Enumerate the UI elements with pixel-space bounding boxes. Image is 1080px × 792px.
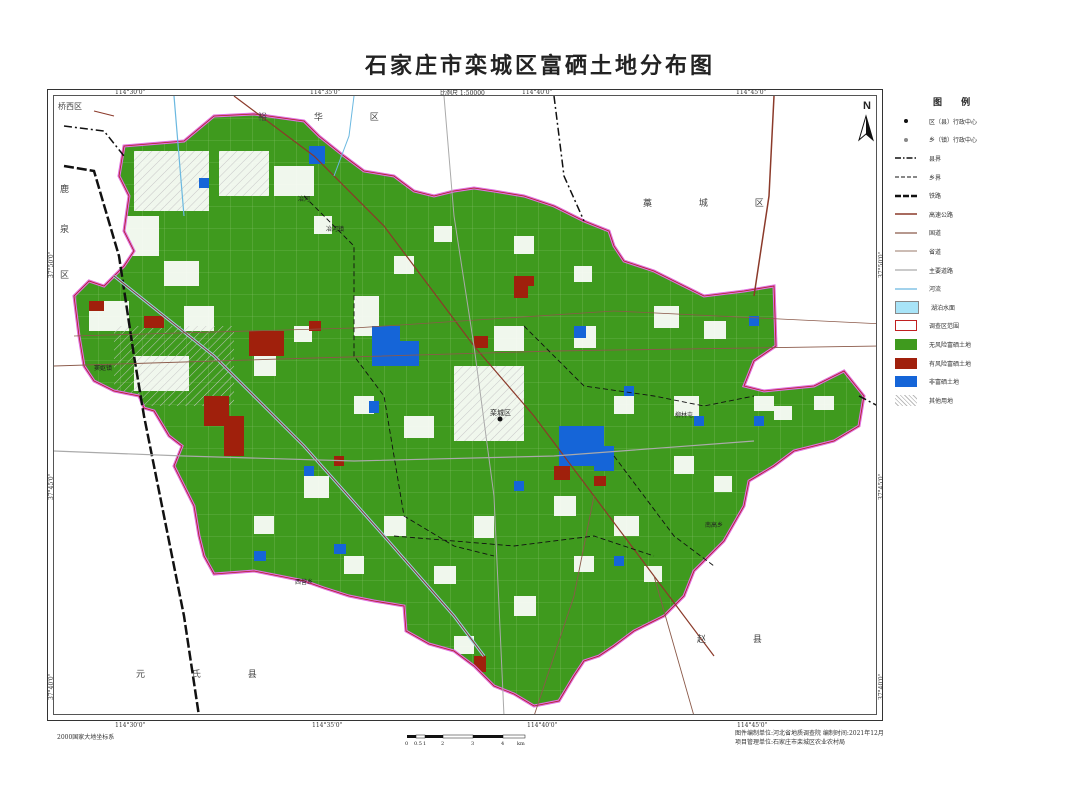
label-doukou: 窦妪镇 — [94, 365, 113, 372]
coord-bottom-2: 114°35'0" — [312, 722, 343, 729]
neighbor-yuanshi: 元 氏 县 — [136, 670, 279, 680]
legend-item-town-center: 乡（镇）行政中心 — [895, 131, 1075, 150]
legend-item-lake: 湖泊水面 — [895, 298, 1075, 317]
neighbor-luquan-1: 鹿 — [60, 185, 70, 195]
main-road-icon — [895, 265, 917, 276]
legend: 图 例 区（县）行政中心 乡（镇）行政中心 县界 乡界 铁路 高速公路 国道 省… — [895, 95, 1075, 410]
non-selenium-icon — [895, 376, 917, 388]
north-label: N — [863, 100, 871, 112]
survey-area-icon — [895, 320, 917, 332]
town-boundary-icon — [895, 172, 917, 183]
legend-item-county-boundary: 县界 — [895, 149, 1075, 168]
neighbor-qiaoxi: 桥西区 — [58, 102, 82, 111]
coord-bottom-3: 114°40'0" — [527, 722, 558, 729]
lake-icon — [895, 300, 919, 314]
map-svg[interactable] — [54, 96, 877, 715]
crs-label: 2000国家大地坐标系 — [57, 734, 115, 741]
coord-right-3: 37°40'0" — [878, 673, 885, 701]
scale-3: 3 — [471, 741, 475, 747]
scale-4: 4 — [501, 741, 505, 747]
label-lugou: 冶河 — [298, 196, 311, 203]
neighbor-luquan-3: 区 — [60, 271, 70, 281]
legend-item-expressway: 高速公路 — [895, 205, 1075, 224]
legend-item-main-road: 主要道路 — [895, 261, 1075, 280]
legend-title: 图 例 — [933, 98, 979, 108]
risk-selenium-icon — [895, 357, 917, 369]
compiler-label: 图件编制单位:河北省地质调查院 编制时间:2021年12月 — [735, 730, 884, 737]
label-liucun: 柳林屯 — [675, 412, 694, 419]
national-road-icon — [895, 227, 917, 238]
coord-bottom-1: 114°30'0" — [115, 722, 146, 729]
scale-2: 2 — [441, 741, 445, 747]
map-canvas[interactable] — [53, 95, 877, 715]
county-boundary-icon — [895, 153, 917, 164]
legend-item-town-boundary: 乡界 — [895, 168, 1075, 187]
no-risk-selenium-icon — [895, 338, 917, 350]
coord-right-1: 37°50'0" — [878, 251, 885, 279]
legend-item-survey-area: 调查区范围 — [895, 317, 1075, 336]
coord-right-2: 37°45'0" — [878, 473, 885, 501]
scale-05: 0.5 — [414, 741, 422, 747]
manager-label: 项目管理单位:石家庄市栾城区农业农村局 — [735, 739, 846, 746]
legend-item-other-land: 其他用地 — [895, 391, 1075, 410]
neighbor-gaocheng: 藁 城 区 — [643, 199, 786, 209]
provincial-road-icon — [895, 246, 917, 257]
neighbor-zhaoxian: 赵 县 — [697, 635, 784, 645]
scale-bar: 0 0.5 1 2 3 4 km — [405, 733, 535, 753]
label-xigao: 西营乡 — [295, 579, 314, 586]
county-center-icon — [895, 116, 917, 127]
river-icon — [895, 283, 917, 294]
legend-item-no-risk: 无风险富硒土地 — [895, 335, 1075, 354]
legend-item-provincial-road: 省道 — [895, 242, 1075, 261]
scale-1: 1 — [423, 741, 427, 747]
railway-icon — [895, 190, 917, 201]
map-title: 石家庄市栾城区富硒土地分布图 — [364, 53, 715, 79]
legend-item-river: 河流 — [895, 279, 1075, 298]
label-nangao: 南高乡 — [705, 522, 724, 529]
legend-item-risk: 有风险富硒土地 — [895, 354, 1075, 373]
compiler-info: 图件编制单位:河北省地质调查院 编制时间:2021年12月 项目管理单位:石家庄… — [735, 729, 884, 747]
neighbor-luquan-2: 泉 — [60, 225, 70, 235]
label-county-center: 栾城区 — [490, 409, 511, 417]
legend-item-railway: 铁路 — [895, 186, 1075, 205]
legend-item-non-selenium: 非富硒土地 — [895, 372, 1075, 391]
coord-bottom-4: 114°45'0" — [737, 722, 768, 729]
label-yehe: 冶河镇 — [326, 226, 345, 233]
neighbor-yuhua: 裕 华 区 — [258, 113, 401, 123]
scale-0: 0 — [405, 741, 409, 747]
town-center-icon — [895, 134, 917, 145]
expressway-icon — [895, 209, 917, 220]
scale-unit: km — [517, 741, 525, 747]
other-land-icon — [895, 394, 917, 406]
legend-item-national-road: 国道 — [895, 224, 1075, 243]
legend-item-county-center: 区（县）行政中心 — [895, 112, 1075, 131]
